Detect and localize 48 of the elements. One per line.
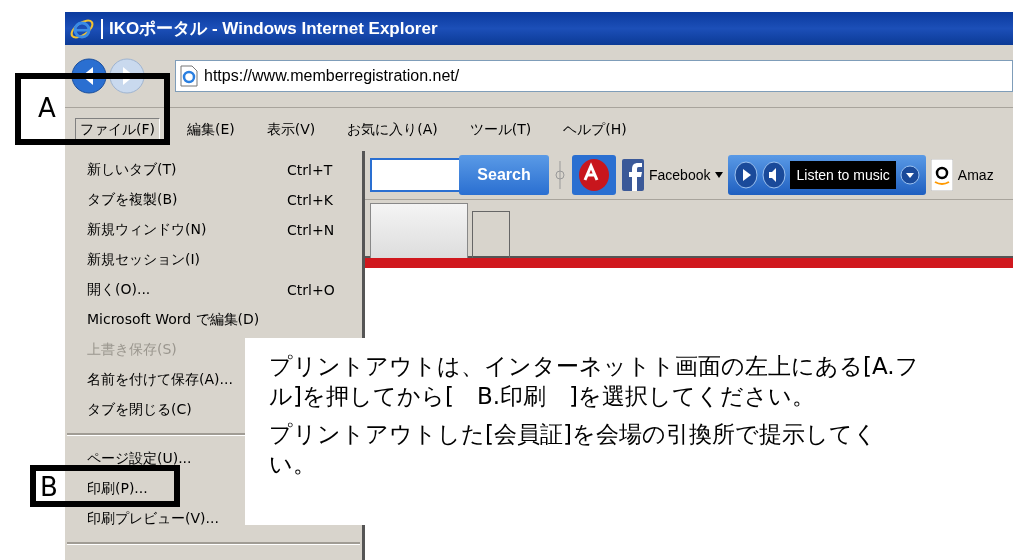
instruction-text: ル]を押してから[ B.印刷 ]を選択してください。 [269, 381, 816, 411]
menu-option[interactable]: タブを閉じる(C) [87, 401, 192, 417]
menu-option[interactable]: 印刷プレビュー(V)... [87, 510, 219, 526]
music-label[interactable]: Listen to music [790, 161, 896, 189]
menu-item[interactable]: ヘルプ(H) [558, 117, 632, 142]
shortcut-label: Ctrl+K [287, 192, 333, 208]
instruction-text: プリントアウトした[会員証]を会場の引換所で提示してく [269, 419, 878, 449]
instruction-text: プリントアウトは、インターネットト画面の左上にある[A.フ [269, 352, 920, 381]
play-icon[interactable] [734, 161, 759, 189]
menu-option[interactable]: Microsoft Word で編集(D) [87, 311, 260, 327]
back-button[interactable] [71, 58, 107, 94]
menu-item[interactable]: お気に入り(A) [342, 117, 443, 142]
new-tab-button[interactable] [472, 211, 510, 258]
annotation-label: B [40, 474, 58, 500]
amazon-label[interactable]: Amaz [957, 167, 994, 183]
menu-item[interactable]: ツール(T) [464, 117, 537, 142]
shortcut-label: Ctrl+T [287, 162, 333, 178]
grip-icon [554, 160, 566, 190]
forward-button[interactable] [109, 58, 145, 94]
window-title: IKOポータル - Windows Internet Explorer [109, 18, 438, 40]
menu-option[interactable]: 名前を付けて保存(A)... [87, 371, 233, 387]
amazon-icon[interactable] [930, 159, 953, 191]
dropdown-arrow-icon[interactable] [715, 172, 724, 178]
title-divider [101, 18, 103, 39]
menu-option[interactable]: 新規ウィンドウ(N) [87, 221, 207, 237]
address-field[interactable]: https://www.memberregistration.net/ [175, 60, 1013, 92]
menu-item[interactable]: 編集(E) [182, 117, 240, 142]
annotation-label: A [38, 95, 56, 121]
volume-icon[interactable] [762, 161, 787, 189]
ask-icon[interactable] [571, 154, 617, 196]
menu-option[interactable]: タブを複製(B) [87, 191, 178, 207]
menu-option[interactable]: 印刷(P)... [87, 480, 148, 496]
facebook-icon[interactable] [622, 159, 644, 191]
search-field[interactable] [370, 158, 462, 192]
menu-option[interactable]: ページ設定(U)... [87, 450, 192, 466]
menu-item[interactable]: 表示(V) [261, 117, 321, 142]
dropdown-icon[interactable] [899, 165, 920, 185]
menu-option[interactable]: 新しいタブ(T) [87, 161, 177, 177]
menu-option[interactable]: 開く(O)... [87, 281, 151, 297]
menu-option[interactable]: 新規セッション(I) [87, 251, 201, 267]
search-button[interactable]: Search [459, 155, 549, 195]
menu-item[interactable]: ファイル(F) [75, 117, 160, 142]
facebook-label[interactable]: Facebook [649, 167, 711, 183]
browser-tab[interactable] [370, 203, 468, 258]
instruction-text: い。 [269, 449, 317, 479]
page-icon [180, 65, 198, 87]
shortcut-label: Ctrl+O [287, 282, 335, 298]
shortcut-label: Ctrl+N [287, 222, 335, 238]
